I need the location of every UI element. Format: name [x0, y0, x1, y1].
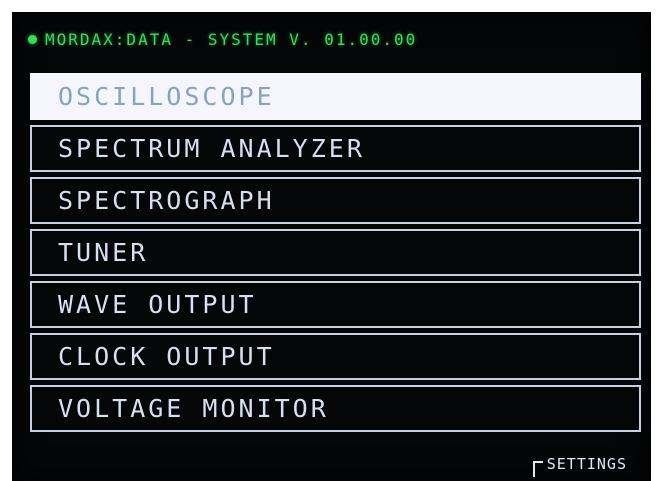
menu-item-label: SPECTRUM ANALYZER: [58, 134, 365, 163]
menu-item-wave-output[interactable]: WAVE OUTPUT: [30, 281, 641, 328]
display-screen: MORDAX:DATA - SYSTEM V. 01.00.00 OSCILLO…: [12, 12, 651, 481]
settings-label: SETTINGS: [546, 455, 627, 473]
menu-item-label: OSCILLOSCOPE: [58, 82, 275, 111]
menu-item-tuner[interactable]: TUNER: [30, 229, 641, 276]
title-bar: MORDAX:DATA - SYSTEM V. 01.00.00: [28, 28, 417, 50]
menu-item-label: SPECTROGRAPH: [58, 186, 275, 215]
menu-item-oscilloscope[interactable]: OSCILLOSCOPE: [30, 73, 641, 120]
menu-item-label: CLOCK OUTPUT: [58, 342, 275, 371]
settings-softkey[interactable]: SETTINGS: [532, 455, 627, 477]
status-dot-icon: [28, 34, 37, 44]
menu-item-voltage-monitor[interactable]: VOLTAGE MONITOR: [30, 385, 641, 432]
menu-item-spectrum-analyzer[interactable]: SPECTRUM ANALYZER: [30, 125, 641, 172]
menu-item-clock-output[interactable]: CLOCK OUTPUT: [30, 333, 641, 380]
bracket-icon: [532, 461, 543, 477]
menu-item-spectrograph[interactable]: SPECTROGRAPH: [30, 177, 641, 224]
device-frame: MORDAX:DATA - SYSTEM V. 01.00.00 OSCILLO…: [0, 0, 659, 481]
main-menu: OSCILLOSCOPE SPECTRUM ANALYZER SPECTROGR…: [30, 73, 641, 437]
system-title: MORDAX:DATA - SYSTEM V. 01.00.00: [45, 29, 418, 49]
menu-item-label: WAVE OUTPUT: [58, 290, 257, 319]
menu-item-label: TUNER: [58, 238, 149, 267]
menu-item-label: VOLTAGE MONITOR: [58, 394, 329, 423]
